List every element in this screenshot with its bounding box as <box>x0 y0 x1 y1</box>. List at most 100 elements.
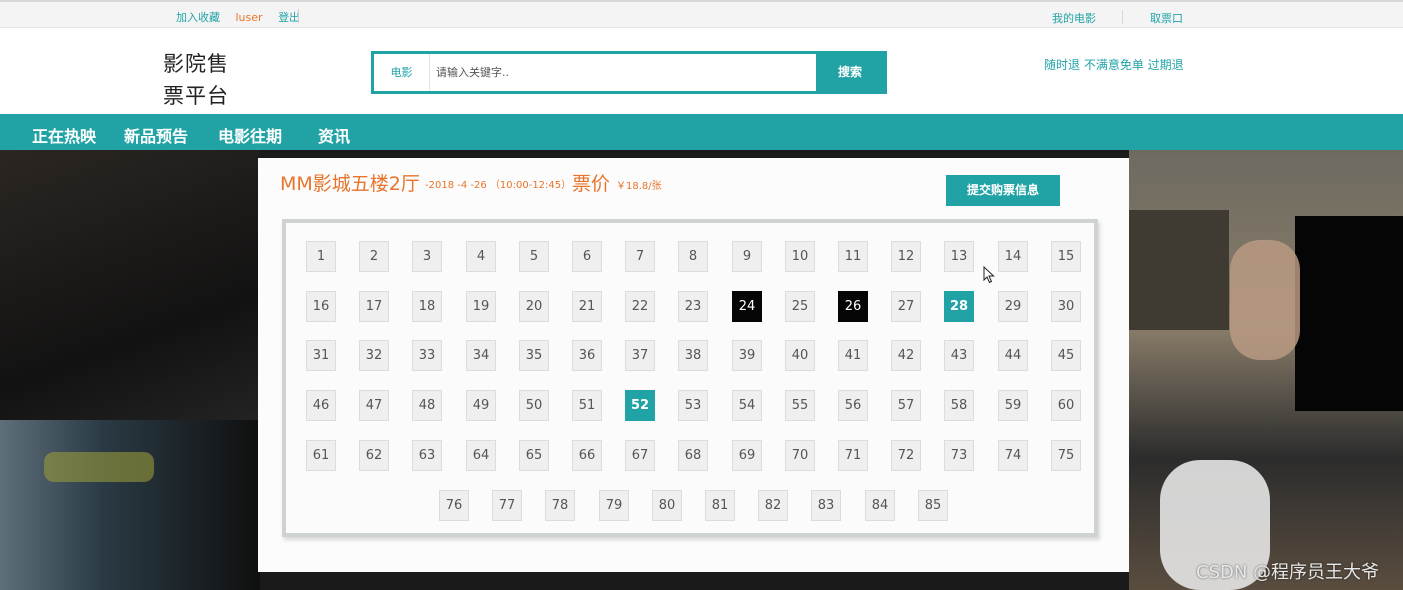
seat-40[interactable]: 40 <box>785 340 815 371</box>
seat-44[interactable]: 44 <box>998 340 1028 371</box>
mouse-cursor-icon <box>983 266 995 284</box>
seat-70[interactable]: 70 <box>785 440 815 471</box>
seat-81[interactable]: 81 <box>705 490 735 521</box>
seat-27[interactable]: 27 <box>891 291 921 322</box>
seat-37[interactable]: 37 <box>625 340 655 371</box>
seat-30[interactable]: 30 <box>1051 291 1081 322</box>
seat-39[interactable]: 39 <box>732 340 762 371</box>
seat-9[interactable]: 9 <box>732 241 762 272</box>
seat-32[interactable]: 32 <box>359 340 389 371</box>
seat-15[interactable]: 15 <box>1051 241 1081 272</box>
seat-36[interactable]: 36 <box>572 340 602 371</box>
seat-47[interactable]: 47 <box>359 390 389 421</box>
seat-11[interactable]: 11 <box>838 241 868 272</box>
seat-13[interactable]: 13 <box>944 241 974 272</box>
add-favorite-link[interactable]: 加入收藏 <box>176 11 220 24</box>
seat-1[interactable]: 1 <box>306 241 336 272</box>
seat-55[interactable]: 55 <box>785 390 815 421</box>
seat-64[interactable]: 64 <box>466 440 496 471</box>
seat-80[interactable]: 80 <box>652 490 682 521</box>
seat-84[interactable]: 84 <box>865 490 895 521</box>
seat-49[interactable]: 49 <box>466 390 496 421</box>
seat-79[interactable]: 79 <box>599 490 629 521</box>
seat-78[interactable]: 78 <box>545 490 575 521</box>
seat-58[interactable]: 58 <box>944 390 974 421</box>
seat-16[interactable]: 16 <box>306 291 336 322</box>
seat-82[interactable]: 82 <box>758 490 788 521</box>
seat-46[interactable]: 46 <box>306 390 336 421</box>
seat-6[interactable]: 6 <box>572 241 602 272</box>
my-movies-link[interactable]: 我的电影 <box>1052 10 1096 26</box>
seat-51[interactable]: 51 <box>572 390 602 421</box>
seat-74[interactable]: 74 <box>998 440 1028 471</box>
seat-77[interactable]: 77 <box>492 490 522 521</box>
ticket-pickup-link[interactable]: 取票口 <box>1150 10 1183 26</box>
search-category-select[interactable]: 电影 <box>374 54 430 91</box>
seat-17[interactable]: 17 <box>359 291 389 322</box>
username[interactable]: luser <box>236 11 263 24</box>
seat-50[interactable]: 50 <box>519 390 549 421</box>
seat-66[interactable]: 66 <box>572 440 602 471</box>
seat-65[interactable]: 65 <box>519 440 549 471</box>
seat-4[interactable]: 4 <box>466 241 496 272</box>
seat-38[interactable]: 38 <box>678 340 708 371</box>
seat-41[interactable]: 41 <box>838 340 868 371</box>
seat-19[interactable]: 19 <box>466 291 496 322</box>
seat-75[interactable]: 75 <box>1051 440 1081 471</box>
seat-12[interactable]: 12 <box>891 241 921 272</box>
seat-73[interactable]: 73 <box>944 440 974 471</box>
seat-72[interactable]: 72 <box>891 440 921 471</box>
seat-5[interactable]: 5 <box>519 241 549 272</box>
seat-45[interactable]: 45 <box>1051 340 1081 371</box>
seat-57[interactable]: 57 <box>891 390 921 421</box>
seat-31[interactable]: 31 <box>306 340 336 371</box>
seat-21[interactable]: 21 <box>572 291 602 322</box>
seat-25[interactable]: 25 <box>785 291 815 322</box>
seat-76[interactable]: 76 <box>439 490 469 521</box>
search-bar: 电影 搜索 <box>371 51 887 94</box>
seat-69[interactable]: 69 <box>732 440 762 471</box>
seat-62[interactable]: 62 <box>359 440 389 471</box>
nav-past-movies[interactable]: 电影往期 <box>218 123 282 147</box>
seat-33[interactable]: 33 <box>412 340 442 371</box>
seat-54[interactable]: 54 <box>732 390 762 421</box>
submit-booking-button[interactable]: 提交购票信息 <box>946 175 1060 206</box>
seat-52[interactable]: 52 <box>625 390 655 421</box>
seat-22[interactable]: 22 <box>625 291 655 322</box>
seat-56[interactable]: 56 <box>838 390 868 421</box>
seat-67[interactable]: 67 <box>625 440 655 471</box>
seat-63[interactable]: 63 <box>412 440 442 471</box>
seat-8[interactable]: 8 <box>678 241 708 272</box>
seat-71[interactable]: 71 <box>838 440 868 471</box>
seat-10[interactable]: 10 <box>785 241 815 272</box>
seat-35[interactable]: 35 <box>519 340 549 371</box>
logout-link[interactable]: 登出 <box>278 11 300 24</box>
seat-2[interactable]: 2 <box>359 241 389 272</box>
seat-20[interactable]: 20 <box>519 291 549 322</box>
seat-29[interactable]: 29 <box>998 291 1028 322</box>
search-button[interactable]: 搜索 <box>816 54 884 91</box>
nav-coming-soon[interactable]: 新品预告 <box>124 123 188 147</box>
seat-34[interactable]: 34 <box>466 340 496 371</box>
seat-23[interactable]: 23 <box>678 291 708 322</box>
seat-14[interactable]: 14 <box>998 241 1028 272</box>
seat-59[interactable]: 59 <box>998 390 1028 421</box>
seat-7[interactable]: 7 <box>625 241 655 272</box>
seat-85[interactable]: 85 <box>918 490 948 521</box>
nav-news[interactable]: 资讯 <box>318 123 350 147</box>
nav-now-showing[interactable]: 正在热映 <box>32 123 96 147</box>
site-logo[interactable]: 影院售 票平台 <box>163 48 243 112</box>
seat-83[interactable]: 83 <box>811 490 841 521</box>
seat-68[interactable]: 68 <box>678 440 708 471</box>
seat-28[interactable]: 28 <box>944 291 974 322</box>
seat-48[interactable]: 48 <box>412 390 442 421</box>
ticket-price: ￥18.8/张 <box>616 181 662 192</box>
seat-3[interactable]: 3 <box>412 241 442 272</box>
seat-42[interactable]: 42 <box>891 340 921 371</box>
seat-61[interactable]: 61 <box>306 440 336 471</box>
seat-60[interactable]: 60 <box>1051 390 1081 421</box>
seat-43[interactable]: 43 <box>944 340 974 371</box>
search-input[interactable] <box>430 54 816 91</box>
seat-18[interactable]: 18 <box>412 291 442 322</box>
seat-53[interactable]: 53 <box>678 390 708 421</box>
